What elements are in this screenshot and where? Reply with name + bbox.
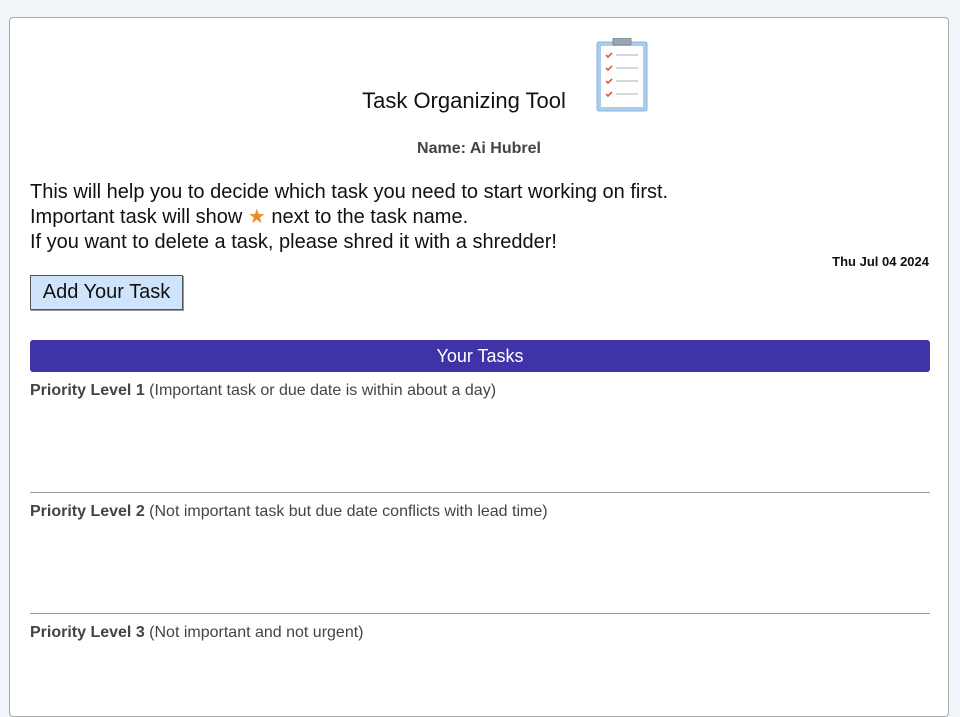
user-name: Ai Hubrel	[469, 140, 541, 157]
intro-text: This will help you to decide which task …	[30, 180, 668, 255]
priority-level-2-description: (Not important task but due date conflic…	[144, 503, 548, 520]
priority-level-1-description: (Important task or due date is within ab…	[144, 382, 497, 399]
intro-line-2-suffix: next to the task name.	[265, 206, 469, 228]
name-label: Name:	[417, 140, 466, 157]
priority-level-2-label: Priority Level 2	[30, 503, 145, 520]
intro-line-1: This will help you to decide which task …	[30, 181, 669, 203]
intro-line-3: If you want to delete a task, please shr…	[30, 231, 557, 253]
add-task-button[interactable]: Add Your Task	[30, 275, 183, 310]
main-card: Task Organizing Tool Name: Ai Hubrel Thi…	[9, 17, 949, 717]
tasks-header: Your Tasks	[30, 340, 930, 372]
intro-line-2-prefix: Important task will show	[30, 206, 248, 228]
priority-level-3-label: Priority Level 3	[30, 624, 145, 641]
priority-level-1-label: Priority Level 1	[30, 382, 145, 399]
intro-line-2: Important task will show ★ next to the t…	[30, 205, 668, 230]
priority-divider-1	[30, 492, 930, 493]
star-icon: ★	[247, 206, 266, 228]
page-title: Task Organizing Tool	[362, 88, 566, 113]
current-date: Thu Jul 04 2024	[832, 254, 929, 269]
priority-divider-2	[30, 613, 930, 614]
priority-level-2: Priority Level 2 (Not important task but…	[30, 503, 930, 521]
priority-level-3: Priority Level 3 (Not important and not …	[30, 624, 930, 642]
priority-level-3-description: (Not important and not urgent)	[144, 624, 364, 641]
priority-level-1: Priority Level 1 (Important task or due …	[30, 382, 930, 400]
clipboard-checklist-icon	[596, 38, 648, 112]
title-row: Task Organizing Tool	[10, 88, 948, 114]
user-name-line: Name: Ai Hubrel	[10, 140, 948, 158]
